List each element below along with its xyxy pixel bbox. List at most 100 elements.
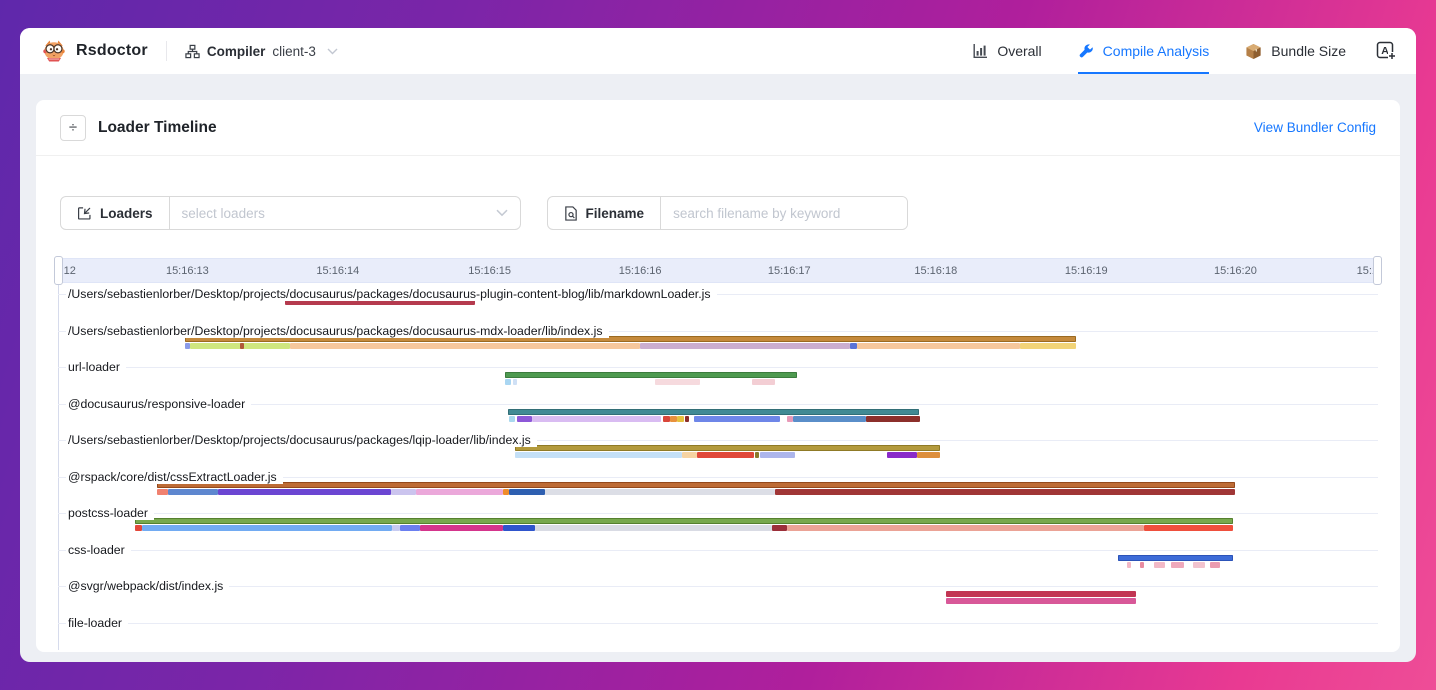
loader-duration-bar[interactable] <box>775 489 1236 495</box>
select-box-icon <box>77 206 92 221</box>
loader-duration-bar[interactable] <box>503 525 535 531</box>
loader-duration-bar[interactable] <box>157 489 168 495</box>
loader-duration-bar[interactable] <box>697 452 754 458</box>
loader-duration-bar[interactable] <box>535 525 773 531</box>
nav-item-overall[interactable]: Overall <box>972 28 1041 74</box>
loader-duration-bar[interactable] <box>135 518 1233 524</box>
loader-duration-bar[interactable] <box>1193 562 1205 568</box>
loader-duration-bar[interactable] <box>290 343 640 349</box>
loader-duration-bar[interactable] <box>400 525 420 531</box>
loader-duration-bar[interactable] <box>1154 562 1166 568</box>
loader-duration-bar[interactable] <box>760 452 794 458</box>
loader-duration-bar[interactable] <box>142 525 391 531</box>
loader-duration-bar[interactable] <box>218 489 391 495</box>
row-label: file-loader <box>66 616 128 630</box>
timeline-row: /Users/sebastienlorber/Desktop/projects/… <box>58 429 1378 466</box>
loader-duration-bar[interactable] <box>640 343 850 349</box>
loader-duration-bar[interactable] <box>787 525 1145 531</box>
loader-duration-bar[interactable] <box>772 525 787 531</box>
nav-item-bundle-size[interactable]: Bundle Size <box>1245 28 1346 74</box>
loader-duration-bar[interactable] <box>850 343 857 349</box>
loaders-select[interactable]: select loaders <box>170 197 520 229</box>
loader-duration-bar[interactable] <box>240 343 244 349</box>
loader-duration-bar[interactable] <box>545 489 775 495</box>
loader-duration-bar[interactable] <box>1171 562 1184 568</box>
loader-duration-bar[interactable] <box>787 416 794 422</box>
rsdoctor-logo-icon <box>40 37 68 65</box>
loader-duration-bar[interactable] <box>1144 525 1232 531</box>
loader-duration-bar[interactable] <box>1127 562 1131 568</box>
nav-label: Overall <box>997 43 1041 59</box>
loader-duration-bar[interactable] <box>420 525 503 531</box>
loaders-filter-label: Loaders <box>61 197 170 229</box>
loader-duration-bar[interactable] <box>508 409 919 415</box>
loader-duration-bar[interactable] <box>946 591 1136 597</box>
loader-duration-bar[interactable] <box>857 343 1021 349</box>
loader-duration-bar[interactable] <box>1140 562 1144 568</box>
timeline-row: /Users/sebastienlorber/Desktop/projects/… <box>58 283 1378 320</box>
axis-tick: 15:16:18 <box>914 259 957 283</box>
filename-search-input[interactable] <box>661 197 907 229</box>
filter-bar: Loaders select loaders <box>36 156 1400 230</box>
view-bundler-config-link[interactable]: View Bundler Config <box>1254 120 1376 135</box>
loader-duration-bar[interactable] <box>655 379 700 385</box>
timeline-row: file-loader <box>58 612 1378 649</box>
font-size-icon[interactable]: A <box>1376 41 1396 61</box>
loader-duration-bar[interactable] <box>509 416 514 422</box>
loader-duration-bar[interactable] <box>663 416 671 422</box>
main-nav: Overall Compile Analysis <box>972 28 1346 74</box>
loader-duration-bar[interactable] <box>866 416 920 422</box>
loader-duration-bar[interactable] <box>755 452 759 458</box>
package-icon <box>1245 43 1262 60</box>
range-handle-left[interactable] <box>54 256 63 285</box>
loader-duration-bar[interactable] <box>752 379 774 385</box>
loader-duration-bar[interactable] <box>532 416 661 422</box>
loader-duration-bar[interactable] <box>513 379 517 385</box>
card-header: ÷ Loader Timeline View Bundler Config <box>36 100 1400 156</box>
range-handle-right[interactable] <box>1373 256 1382 285</box>
nav-item-compile-analysis[interactable]: Compile Analysis <box>1078 28 1210 74</box>
loader-duration-bar[interactable] <box>517 416 532 422</box>
row-gridline <box>58 586 1378 587</box>
loader-duration-bar[interactable] <box>1118 555 1233 561</box>
loader-duration-bar[interactable] <box>157 482 1235 488</box>
row-gridline <box>58 513 1378 514</box>
row-label: /Users/sebastienlorber/Desktop/projects/… <box>66 287 717 301</box>
loader-duration-bar[interactable] <box>392 525 400 531</box>
timeline-panel-icon[interactable]: ÷ <box>60 115 86 141</box>
loader-duration-bar[interactable] <box>509 489 545 495</box>
loader-duration-bar[interactable] <box>677 416 684 422</box>
row-gridline <box>58 367 1378 368</box>
page-title: Loader Timeline <box>98 119 217 137</box>
loader-duration-bar[interactable] <box>515 452 683 458</box>
bar-chart-icon <box>972 43 988 59</box>
brand[interactable]: Rsdoctor <box>40 37 148 65</box>
loader-duration-bar[interactable] <box>694 416 780 422</box>
loader-duration-bar[interactable] <box>168 489 218 495</box>
loader-duration-bar[interactable] <box>135 525 143 531</box>
loader-duration-bar[interactable] <box>1020 343 1075 349</box>
loader-duration-bar[interactable] <box>503 489 510 495</box>
nav-label: Compile Analysis <box>1103 43 1210 59</box>
loader-duration-bar[interactable] <box>1210 562 1219 568</box>
loader-duration-bar[interactable] <box>887 452 917 458</box>
loader-duration-bar[interactable] <box>505 379 510 385</box>
loader-duration-bar[interactable] <box>505 372 797 378</box>
loader-duration-bar[interactable] <box>515 445 940 451</box>
loader-duration-bar[interactable] <box>793 416 866 422</box>
loader-duration-bar[interactable] <box>670 416 677 422</box>
loader-duration-bar[interactable] <box>391 489 416 495</box>
loader-timeline-chart: :1215:16:1315:16:1415:16:1515:16:1615:16… <box>58 258 1378 650</box>
time-axis[interactable]: :1215:16:1315:16:1415:16:1515:16:1615:16… <box>58 258 1378 283</box>
loader-duration-bar[interactable] <box>917 452 939 458</box>
loader-duration-bar[interactable] <box>682 452 697 458</box>
brand-name: Rsdoctor <box>76 42 148 60</box>
axis-tick: 15:16:17 <box>768 259 811 283</box>
app-window: Rsdoctor Compiler client-3 <box>20 28 1416 662</box>
loader-duration-bar[interactable] <box>416 489 503 495</box>
loader-duration-bar[interactable] <box>685 416 689 422</box>
compiler-selector[interactable]: Compiler client-3 <box>185 44 338 59</box>
timeline-rows: /Users/sebastienlorber/Desktop/projects/… <box>58 283 1378 648</box>
timeline-row: @svgr/webpack/dist/index.js <box>58 575 1378 612</box>
loader-duration-bar[interactable] <box>946 598 1136 604</box>
